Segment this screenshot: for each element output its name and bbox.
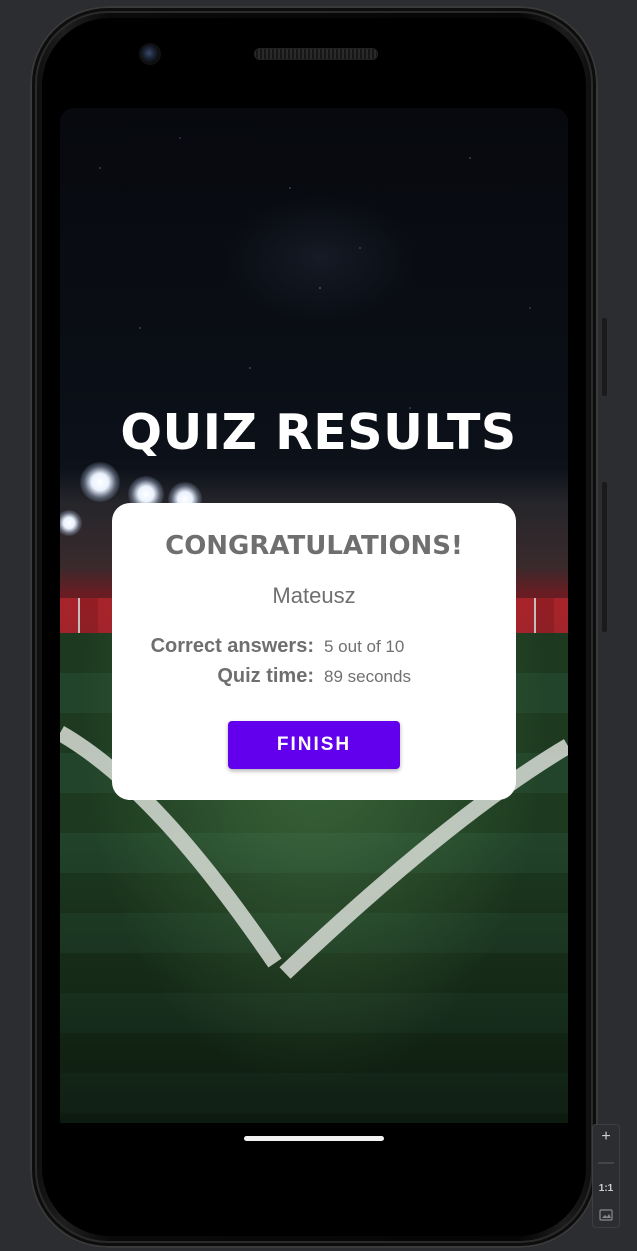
actual-size-button[interactable]: 1:1 bbox=[592, 1176, 620, 1202]
correct-answers-row: Correct answers: 5 out of 10 bbox=[112, 635, 516, 661]
congratulations-heading: CONGRATULATIONS! bbox=[165, 531, 463, 561]
volume-button[interactable] bbox=[602, 482, 607, 632]
power-button[interactable] bbox=[602, 318, 607, 396]
zoom-out-button[interactable]: — bbox=[592, 1150, 620, 1176]
earpiece-speaker bbox=[254, 48, 378, 60]
finish-button[interactable]: FINISH bbox=[228, 721, 400, 769]
emulator-zoom-panel: + — 1:1 bbox=[592, 1124, 620, 1228]
correct-answers-value: 5 out of 10 bbox=[324, 637, 405, 656]
correct-answers-label: Correct answers: bbox=[150, 635, 314, 657]
results-card: CONGRATULATIONS! Mateusz Correct answers… bbox=[112, 503, 516, 800]
quiz-time-label: Quiz time: bbox=[217, 665, 314, 687]
page-title: QUIZ RESULTS bbox=[120, 404, 517, 461]
screenshot-icon[interactable] bbox=[592, 1202, 620, 1228]
front-camera-icon bbox=[141, 45, 159, 63]
quiz-time-row: Quiz time: 89 seconds bbox=[112, 665, 516, 691]
zoom-in-button[interactable]: + bbox=[592, 1124, 620, 1150]
home-gesture-bar[interactable] bbox=[244, 1136, 384, 1141]
quiz-time-value: 89 seconds bbox=[324, 667, 411, 686]
emulator-stage: QUIZ RESULTS CONGRATULATIONS! Mateusz Co… bbox=[0, 0, 637, 1251]
username-text: Mateusz bbox=[272, 583, 356, 608]
